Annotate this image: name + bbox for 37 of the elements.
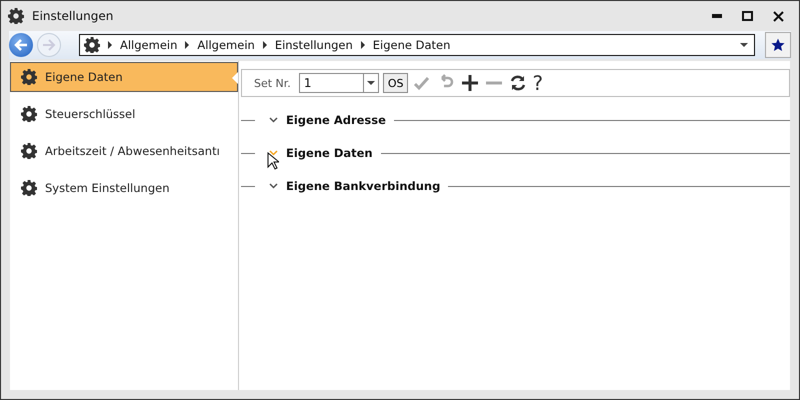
sidebar-item[interactable]: System Einstellungen (10, 173, 238, 203)
set-label: Set Nr. (254, 76, 291, 90)
settings-icon (84, 37, 100, 53)
favorite-button[interactable] (765, 32, 791, 58)
cursor-icon (267, 152, 279, 170)
section-title[interactable]: Eigene Adresse (286, 113, 386, 127)
os-button[interactable]: OS (382, 73, 408, 93)
dropdown-arrow-icon[interactable] (740, 43, 748, 47)
breadcrumb-item[interactable]: Eigene Daten (372, 38, 450, 52)
gear-icon (21, 180, 37, 196)
refresh-icon[interactable] (509, 74, 528, 92)
gear-icon (21, 143, 37, 159)
maximize-icon[interactable] (742, 11, 753, 21)
breadcrumb-bar[interactable]: Allgemein Allgemein Einstellungen Eigene Daten (79, 34, 755, 56)
section-title[interactable]: Eigene Bankverbindung (286, 179, 440, 193)
chevron-icon[interactable] (269, 150, 278, 156)
sidebar-item[interactable]: Arbeitszeit / Abwesenheitsantı (10, 136, 238, 166)
arrow-right-icon (42, 39, 56, 51)
chevron-icon[interactable] (269, 117, 278, 123)
gear-icon (21, 69, 37, 85)
sidebar-item[interactable]: Steuerschlüssel (10, 99, 238, 129)
chevron-icon[interactable] (269, 183, 278, 189)
close-icon[interactable] (773, 10, 784, 22)
breadcrumb-item[interactable]: Allgemein (197, 38, 255, 52)
breadcrumb-item[interactable]: Allgemein (120, 38, 178, 52)
settings-icon (8, 8, 24, 24)
arrow-left-icon (14, 39, 28, 51)
section-title[interactable]: Eigene Daten (286, 146, 373, 160)
window-title: Einstellungen (32, 9, 114, 23)
back-button[interactable] (9, 33, 33, 57)
sidebar-item[interactable]: Eigene Daten (10, 62, 238, 92)
help-button[interactable]: ? (532, 71, 544, 95)
breadcrumb-item[interactable]: Einstellungen (274, 38, 353, 52)
set-number-field[interactable]: 1 (298, 73, 379, 93)
plus-icon[interactable] (461, 74, 480, 92)
star-icon (771, 38, 785, 52)
gear-icon (21, 106, 37, 122)
